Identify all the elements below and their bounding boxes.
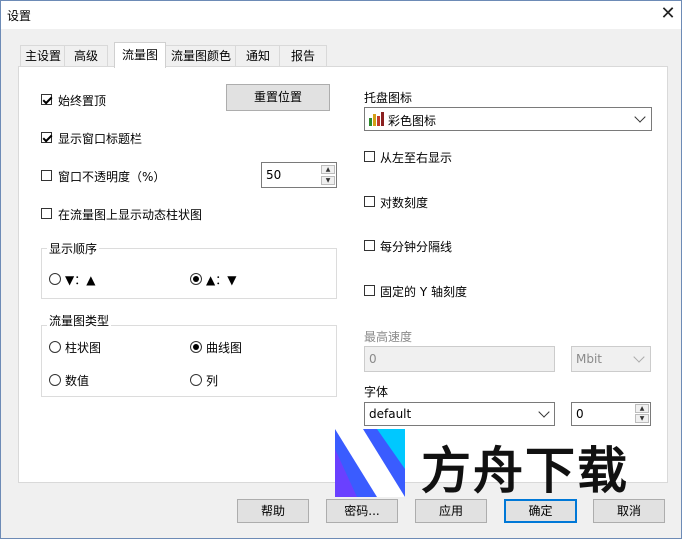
log-scale-checkbox[interactable]: 对数刻度 <box>364 194 484 210</box>
tab-graph[interactable]: 流量图 <box>114 42 166 68</box>
max-speed-unit-dropdown: Mbit <box>571 346 651 372</box>
log-scale-label: 对数刻度 <box>380 196 429 210</box>
title-bar: 设置 ✕ <box>1 1 681 29</box>
max-speed-label: 最高速度 <box>364 330 413 344</box>
radio-button[interactable] <box>190 374 202 386</box>
password-button[interactable]: 密码... <box>326 499 398 523</box>
tab-report[interactable]: 报告 <box>279 45 327 67</box>
radio-button[interactable] <box>49 273 61 285</box>
font-size-value[interactable]: 0 <box>576 407 584 421</box>
font-value: default <box>369 407 412 421</box>
spin-up-icon[interactable]: ▲ <box>635 404 649 413</box>
graph-type-bar-radio[interactable]: 柱状图 <box>49 339 129 355</box>
tray-icon-dropdown[interactable]: 彩色图标 <box>364 107 652 131</box>
max-speed-value: 0 <box>369 352 377 366</box>
tab-graph-colors[interactable]: 流量图颜色 <box>165 45 237 67</box>
watermark-logo-icon <box>335 429 405 497</box>
radio-button[interactable] <box>49 374 61 386</box>
order-up-down-radio[interactable]: ▲：▼ <box>190 271 270 287</box>
order-down-up-radio[interactable]: ▼：▲ <box>49 271 129 287</box>
watermark-text: 方舟下载 <box>421 442 629 500</box>
checkbox-box[interactable] <box>41 208 52 219</box>
fixed-y-label: 固定的 Y 轴刻度 <box>380 285 467 299</box>
checkbox-box[interactable] <box>364 240 375 251</box>
color-bars-icon <box>369 112 384 126</box>
checkbox-box[interactable] <box>364 151 375 162</box>
graph-type-column-radio[interactable]: 列 <box>190 372 270 388</box>
chevron-down-icon <box>633 351 645 363</box>
minute-lines-label: 每分钟分隔线 <box>380 240 453 254</box>
graph-type-curve-radio[interactable]: 曲线图 <box>190 339 270 355</box>
spin-up-icon[interactable]: ▲ <box>321 165 335 174</box>
checkbox-box[interactable] <box>364 196 375 207</box>
tab-advanced[interactable]: 高级 <box>64 45 108 67</box>
tab-panel: 始终置顶 重置位置 显示窗口标题栏 窗口不透明度（%） 50 ▲ ▼ 在流量图上… <box>18 66 668 483</box>
tray-icon-value: 彩色图标 <box>388 114 437 128</box>
help-button[interactable]: 帮助 <box>237 499 309 523</box>
checkbox-box[interactable] <box>41 170 52 181</box>
spin-down-icon[interactable]: ▼ <box>321 176 335 185</box>
close-icon[interactable]: ✕ <box>655 1 681 27</box>
checkbox-box[interactable] <box>41 94 52 105</box>
radio-button[interactable] <box>190 341 202 353</box>
radio-button[interactable] <box>190 273 202 285</box>
font-dropdown[interactable]: default <box>364 402 555 426</box>
tab-notifications[interactable]: 通知 <box>235 45 281 67</box>
display-order-title: 显示顺序 <box>47 240 100 257</box>
graph-type-bar-label: 柱状图 <box>65 341 102 355</box>
opacity-value[interactable]: 50 <box>266 168 281 182</box>
graph-type-column-label: 列 <box>206 374 219 388</box>
reset-position-button[interactable]: 重置位置 <box>226 84 330 111</box>
settings-window: 设置 ✕ 主设置 高级 流量图 流量图颜色 通知 报告 始终置顶 重置位置 显示… <box>0 0 682 539</box>
checkbox-box[interactable] <box>41 132 52 143</box>
order-down-up-label: ▼：▲ <box>65 273 96 287</box>
tab-main-settings[interactable]: 主设置 <box>20 45 66 67</box>
tray-icon-label: 托盘图标 <box>364 91 413 105</box>
dynamic-bars-checkbox[interactable]: 在流量图上显示动态柱状图 <box>41 206 241 222</box>
always-on-top-label: 始终置顶 <box>58 94 107 108</box>
dynamic-bars-label: 在流量图上显示动态柱状图 <box>58 208 203 222</box>
order-up-down-label: ▲：▼ <box>206 273 237 287</box>
window-title: 设置 <box>7 9 32 23</box>
opacity-checkbox[interactable]: 窗口不透明度（%） <box>41 168 201 184</box>
checkbox-box[interactable] <box>364 285 375 296</box>
font-size-spinbox[interactable]: 0 ▲ ▼ <box>571 402 651 426</box>
show-title-bar-checkbox[interactable]: 显示窗口标题栏 <box>41 130 181 146</box>
spin-down-icon[interactable]: ▼ <box>635 414 649 423</box>
chevron-down-icon[interactable] <box>634 111 646 123</box>
radio-button[interactable] <box>49 341 61 353</box>
font-label: 字体 <box>364 385 389 399</box>
left-to-right-checkbox[interactable]: 从左至右显示 <box>364 149 484 165</box>
max-speed-input: 0 <box>364 346 555 372</box>
minute-lines-checkbox[interactable]: 每分钟分隔线 <box>364 238 484 254</box>
fixed-y-checkbox[interactable]: 固定的 Y 轴刻度 <box>364 283 504 299</box>
graph-type-numeric-radio[interactable]: 数值 <box>49 372 129 388</box>
graph-type-title: 流量图类型 <box>47 312 112 329</box>
opacity-label: 窗口不透明度（%） <box>58 170 166 184</box>
chevron-down-icon[interactable] <box>538 406 550 418</box>
graph-type-curve-label: 曲线图 <box>206 341 243 355</box>
max-speed-unit: Mbit <box>576 352 603 366</box>
opacity-spinbox[interactable]: 50 ▲ ▼ <box>261 162 337 188</box>
graph-type-numeric-label: 数值 <box>65 374 90 388</box>
always-on-top-checkbox[interactable]: 始终置顶 <box>41 92 161 108</box>
show-title-bar-label: 显示窗口标题栏 <box>58 132 143 146</box>
left-to-right-label: 从左至右显示 <box>380 151 453 165</box>
